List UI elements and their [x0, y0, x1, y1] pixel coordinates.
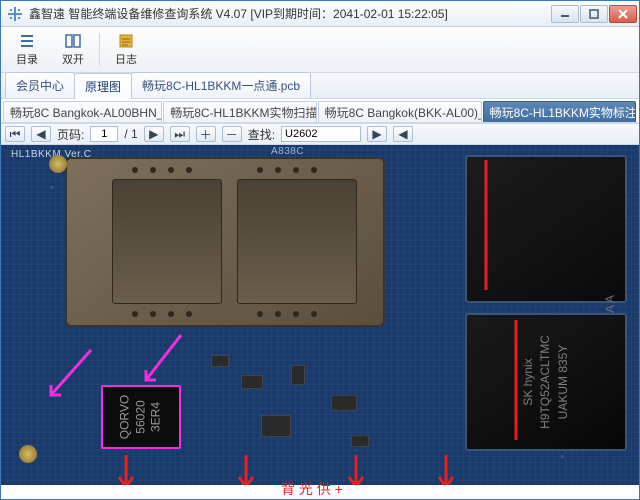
tab-pcb-file[interactable]: 畅玩8C-HL1BKKM一点通.pcb: [131, 72, 311, 98]
dualview-tool[interactable]: 双开: [51, 29, 95, 70]
doc-tab-3[interactable]: 畅玩8C-HL1BKKM实物标注图.pdf✕: [483, 101, 636, 122]
primary-tab-bar: 会员中心 原理图 畅玩8C-HL1BKKM一点通.pcb: [1, 73, 639, 99]
dualview-label: 双开: [62, 51, 84, 67]
log-tool[interactable]: 日志: [104, 29, 148, 70]
screw-hole: [49, 155, 67, 173]
tab-member-center[interactable]: 会员中心: [5, 72, 75, 98]
page-total: / 1: [124, 127, 137, 141]
doc-tab-label: 畅玩8C-HL1BKKM实物扫描图.pdf: [170, 104, 316, 121]
log-icon: [117, 32, 135, 50]
last-page-button[interactable]: ⏭: [170, 126, 190, 142]
doc-tab-label: 畅玩8C Bangkok(BKK-AL00)_电路...: [325, 104, 482, 121]
log-label: 日志: [115, 51, 137, 67]
annotation-arrow: [496, 320, 536, 450]
page-input[interactable]: [90, 126, 118, 142]
zoom-out-button[interactable]: －: [222, 126, 242, 142]
chip-skhynix: SK hynixH9TQ52ACLTMCUAKUM 835Y: [465, 313, 627, 451]
doc-tab-0[interactable]: 畅玩8C Bangkok-AL00BHN_器件...✕: [3, 101, 162, 122]
document-tab-bar: 畅玩8C Bangkok-AL00BHN_器件...✕ 畅玩8C-HL1BKKM…: [1, 99, 639, 123]
window-title: 鑫智遠 智能终端设备维修查询系统 V4.07 [VIP到期时间：2041-02-…: [27, 5, 551, 22]
screw-hole: [19, 445, 37, 463]
columns-icon: [64, 32, 82, 50]
app-icon: [7, 6, 23, 22]
annotation-text: 背 光 供 +: [281, 479, 343, 499]
find-input[interactable]: [281, 126, 361, 142]
annotation-arrow: [466, 160, 506, 300]
prev-page-button[interactable]: ◀: [31, 126, 51, 142]
doc-tab-1[interactable]: 畅玩8C-HL1BKKM实物扫描图.pdf✕: [163, 101, 316, 122]
minimize-button[interactable]: [551, 5, 579, 23]
annotation-arrow: [131, 330, 191, 390]
pcb-image: HL1BKKM Ver.C A838C LCOMM 1632 -AA SK hy…: [1, 145, 639, 499]
first-page-button[interactable]: ⏮: [5, 126, 25, 142]
title-bar: 鑫智遠 智能终端设备维修查询系统 V4.07 [VIP到期时间：2041-02-…: [1, 1, 639, 27]
catalog-tool[interactable]: 目录: [5, 29, 49, 70]
find-prev-button[interactable]: ◀: [393, 126, 413, 142]
toolbar: 目录 双开 日志: [1, 27, 639, 73]
chip-qorvo: QORVO560203ER4: [101, 385, 181, 449]
page-label: 页码:: [57, 126, 84, 143]
catalog-label: 目录: [16, 51, 38, 67]
sim-shield: [65, 157, 385, 327]
find-label: 查找:: [248, 126, 275, 143]
separator: [99, 33, 100, 66]
find-next-button[interactable]: ▶: [367, 126, 387, 142]
page-nav-bar: ⏮ ◀ 页码: / 1 ▶ ⏭ ＋ － 查找: ▶ ◀: [1, 123, 639, 145]
doc-tab-2[interactable]: 畅玩8C Bangkok(BKK-AL00)_电路...✕: [318, 101, 482, 122]
zoom-in-button[interactable]: ＋: [196, 126, 216, 142]
list-icon: [18, 32, 36, 50]
maximize-button[interactable]: [580, 5, 608, 23]
next-page-button[interactable]: ▶: [144, 126, 164, 142]
tab-schematic[interactable]: 原理图: [74, 73, 132, 99]
annotation-arrow: [41, 345, 101, 405]
doc-tab-label: 畅玩8C-HL1BKKM实物标注图.pdf: [490, 104, 636, 121]
pcb-serial-label: A838C: [271, 146, 304, 157]
doc-tab-label: 畅玩8C Bangkok-AL00BHN_器件...: [10, 104, 162, 121]
close-button[interactable]: [609, 5, 637, 23]
document-viewport[interactable]: HL1BKKM Ver.C A838C LCOMM 1632 -AA SK hy…: [1, 145, 639, 499]
